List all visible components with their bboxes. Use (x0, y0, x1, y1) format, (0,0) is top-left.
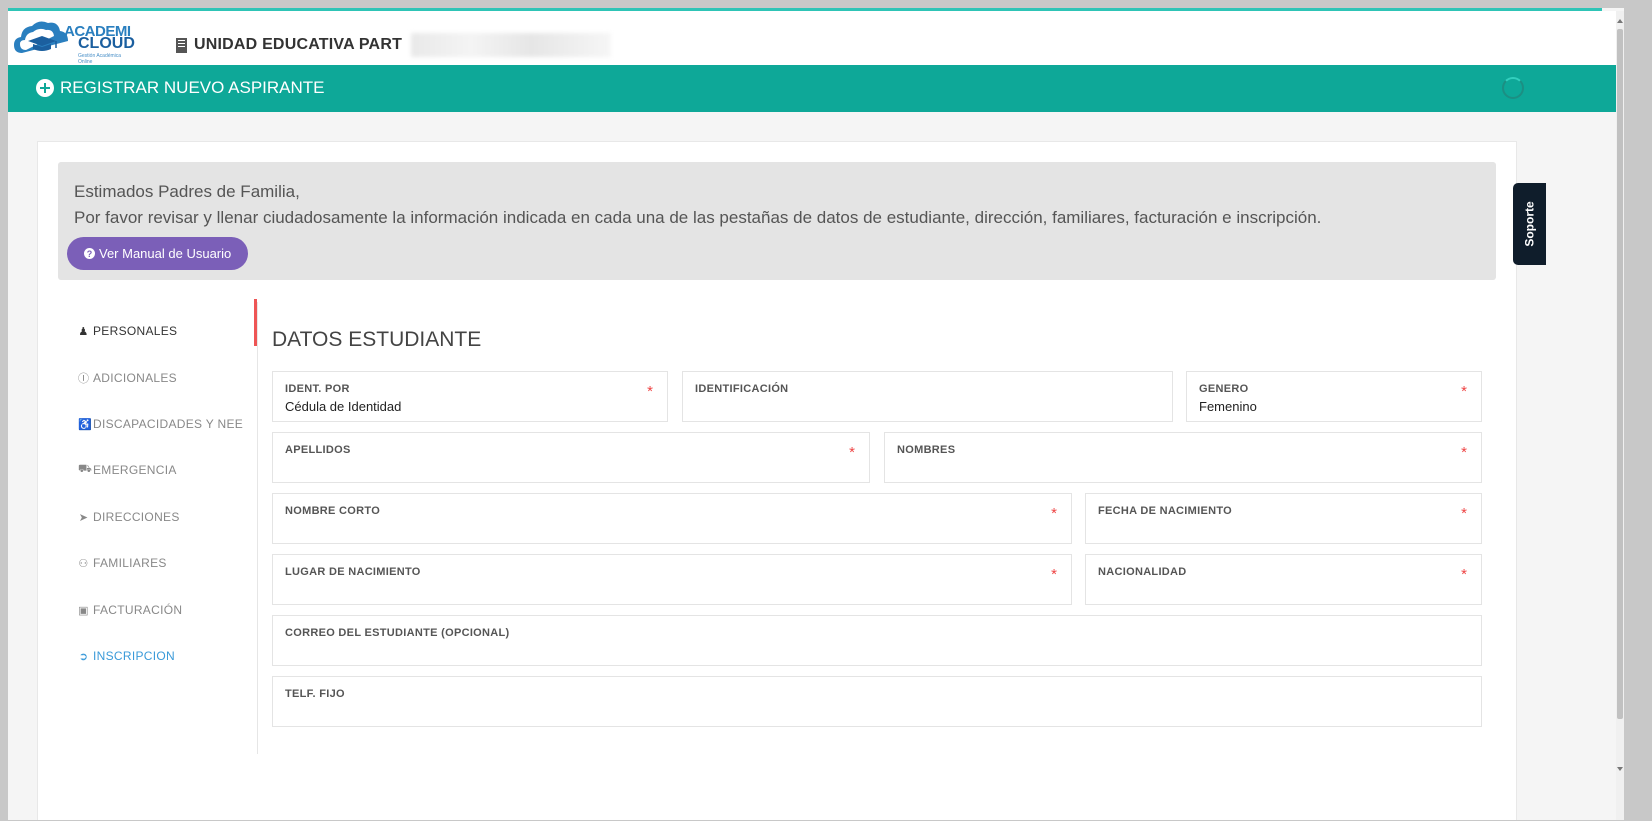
user-manual-button-label: Ver Manual de Usuario (99, 246, 232, 261)
redacted-text (411, 33, 612, 57)
info-icon: ⓘ (78, 373, 90, 385)
required-marker: * (1051, 505, 1057, 522)
field-label: TELF. FIJO (285, 688, 345, 700)
scroll-up-arrow-icon[interactable] (1617, 19, 1623, 23)
vertical-scrollbar[interactable] (1616, 11, 1624, 820)
nacionalidad-select[interactable]: NACIONALIDAD * (1085, 554, 1482, 605)
header: ACADEMI CLOUD Gestión Académica Online U… (8, 11, 1624, 69)
logo-subtitle: Gestión Académica Online (78, 53, 122, 65)
nav-item-label: FACTURACIÓN (93, 603, 183, 617)
nav-item-familiares[interactable]: ⚇ FAMILIARES (78, 556, 167, 570)
building-icon (176, 37, 187, 53)
cloud-logo-icon (14, 21, 68, 53)
field-label: NACIONALIDAD (1098, 566, 1187, 578)
nav-item-label: DISCAPACIDADES Y NEE (93, 417, 244, 431)
field-value: Femenino (1199, 399, 1257, 414)
nombres-field[interactable]: NOMBRES * (884, 432, 1482, 483)
field-label: APELLIDOS (285, 444, 351, 456)
notice-message: Por favor revisar y llenar ciudadosament… (74, 208, 1322, 227)
nav-item-label: INSCRIPCION (93, 649, 175, 663)
wheelchair-icon: ♿ (78, 418, 92, 431)
page-title: REGISTRAR NUEVO ASPIRANTE (36, 78, 325, 98)
notice-greeting: Estimados Padres de Familia, (74, 182, 300, 201)
nombre-corto-field[interactable]: NOMBRE CORTO * (272, 493, 1072, 544)
required-marker: * (1461, 383, 1467, 400)
telf-fijo-field[interactable]: TELF. FIJO (272, 676, 1482, 727)
arrow-circle-icon: ➲ (78, 650, 89, 663)
ident-por-select[interactable]: IDENT. POR Cédula de Identidad * (272, 371, 668, 422)
location-arrow-icon: ➤ (78, 511, 89, 524)
school-name: UNIDAD EDUCATIVA PART (194, 36, 403, 53)
field-value: Cédula de Identidad (285, 399, 402, 414)
apellidos-field[interactable]: APELLIDOS * (272, 432, 870, 483)
field-label: NOMBRE CORTO (285, 505, 381, 517)
nav-item-inscripcion[interactable]: ➲ INSCRIPCION (78, 649, 175, 663)
notice-box: Estimados Padres de Familia, Por favor r… (58, 162, 1496, 280)
page-banner: REGISTRAR NUEVO ASPIRANTE (8, 65, 1616, 112)
ambulance-icon: ⛟ (78, 463, 93, 475)
nav-item-facturacion[interactable]: ▣ FACTURACIÓN (78, 603, 182, 617)
active-tab-indicator (254, 299, 257, 346)
required-marker: * (1461, 566, 1467, 583)
school-title: UNIDAD EDUCATIVA PART (176, 33, 612, 57)
section-title: DATOS ESTUDIANTE (272, 328, 482, 351)
correo-field[interactable]: CORREO DEL ESTUDIANTE (OPCIONAL) (272, 615, 1482, 666)
required-marker: * (1461, 444, 1467, 461)
form-card: Estimados Padres de Familia, Por favor r… (37, 141, 1517, 820)
required-marker: * (1051, 566, 1057, 583)
nav-item-emergencia[interactable]: ⛟ EMERGENCIA (78, 463, 177, 477)
nav-item-direcciones[interactable]: ➤ DIRECCIONES (78, 510, 180, 524)
nav-item-label: PERSONALES (93, 324, 178, 338)
nav-item-adicionales[interactable]: ⓘ ADICIONALES (78, 370, 177, 386)
required-marker: * (849, 444, 855, 461)
money-icon: ▣ (78, 604, 89, 617)
nav-item-label: EMERGENCIA (93, 463, 177, 477)
nav-divider (257, 302, 258, 754)
nav-item-label: DIRECCIONES (93, 510, 180, 524)
support-tab-label: Soporte (1522, 201, 1537, 247)
genero-select[interactable]: GENERO Femenino * (1186, 371, 1482, 422)
field-label: CORREO DEL ESTUDIANTE (OPCIONAL) (285, 627, 510, 639)
field-label: IDENTIFICACIÓN (695, 383, 789, 395)
identificacion-field[interactable]: IDENTIFICACIÓN (682, 371, 1173, 422)
user-manual-button[interactable]: ? Ver Manual de Usuario (67, 237, 249, 270)
fecha-nacimiento-field[interactable]: FECHA DE NACIMIENTO * (1085, 493, 1482, 544)
app-window: ACADEMI CLOUD Gestión Académica Online U… (8, 8, 1624, 820)
question-circle-icon: ? (84, 248, 95, 259)
scroll-down-arrow-icon[interactable] (1617, 767, 1623, 771)
scrollbar-thumb[interactable] (1617, 29, 1623, 719)
field-label: GENERO (1199, 383, 1249, 395)
loading-spinner-icon (1502, 77, 1524, 99)
page-title-text: REGISTRAR NUEVO ASPIRANTE (60, 78, 325, 97)
user-icon: ♟ (78, 325, 89, 338)
field-label: LUGAR DE NACIMIENTO (285, 566, 421, 578)
support-tab[interactable]: Soporte (1513, 183, 1546, 265)
nav-item-discapacidades[interactable]: ♿ DISCAPACIDADES Y NEE (78, 417, 243, 431)
field-label: FECHA DE NACIMIENTO (1098, 505, 1233, 517)
field-label: IDENT. POR (285, 383, 350, 395)
nav-item-personales[interactable]: ♟ PERSONALES (78, 324, 177, 338)
academicloud-logo[interactable]: ACADEMI CLOUD Gestión Académica Online (12, 17, 135, 65)
required-marker: * (1461, 505, 1467, 522)
required-marker: * (647, 383, 653, 400)
nav-item-label: ADICIONALES (93, 371, 177, 385)
users-icon: ⚇ (78, 557, 89, 570)
lugar-nacimiento-field[interactable]: LUGAR DE NACIMIENTO * (272, 554, 1072, 605)
nav-item-label: FAMILIARES (93, 556, 167, 570)
field-label: NOMBRES (897, 444, 956, 456)
plus-circle-icon (36, 79, 54, 97)
logo-text-line2: CLOUD (78, 35, 135, 52)
